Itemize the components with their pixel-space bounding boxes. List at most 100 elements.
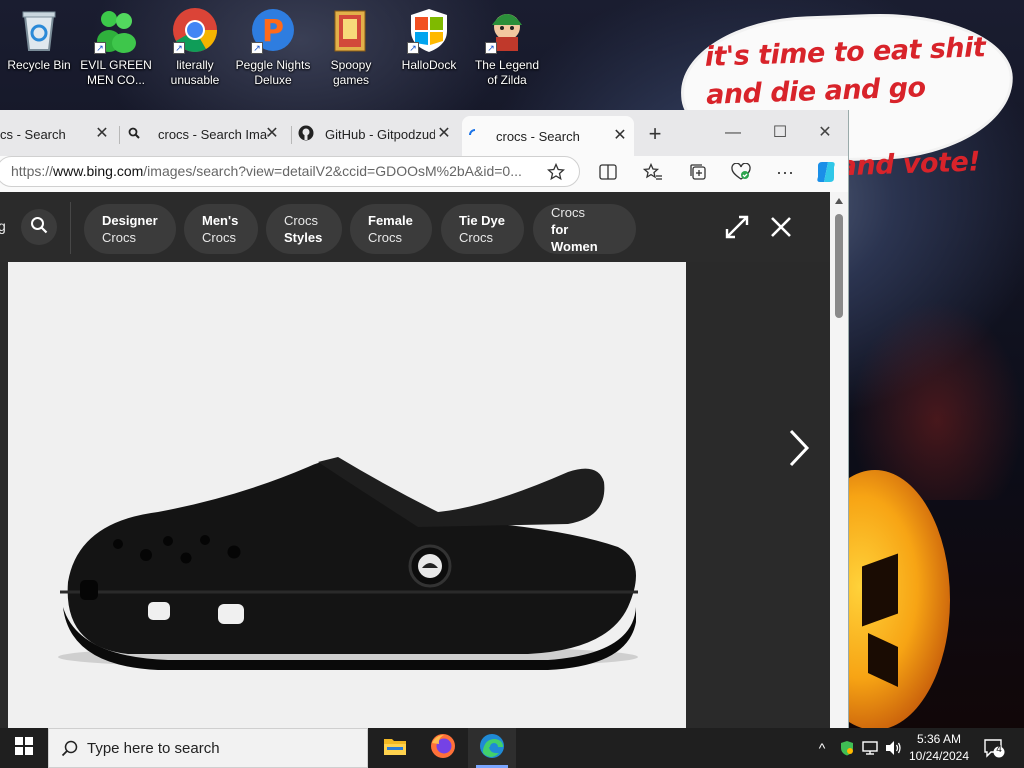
favorite-star-icon[interactable] — [541, 158, 571, 186]
chip-line-1: Female — [368, 213, 413, 228]
edge-icon — [479, 733, 505, 764]
desktop-icon-label: HalloDock — [401, 58, 457, 72]
taskbar-clock[interactable]: 5:36 AM 10/24/2024 — [908, 731, 970, 765]
tab-close-icon[interactable]: ✕ — [610, 126, 630, 146]
more-options-icon[interactable]: ··· — [770, 158, 800, 186]
chip-crocs-styles[interactable]: Crocs Styles — [266, 204, 342, 254]
maximize-button[interactable]: ☐ — [757, 120, 803, 146]
desktop-icon-literally-unusable[interactable]: ↗ literally unusable — [157, 6, 233, 96]
shortcut-arrow-icon: ↗ — [485, 42, 497, 54]
chip-tie-dye-crocs[interactable]: Tie Dye Crocs — [441, 204, 524, 254]
scroll-up-arrow-icon[interactable] — [835, 198, 843, 204]
chip-designer-crocs[interactable]: Designer Crocs — [84, 204, 176, 254]
shortcut-arrow-icon: ↗ — [173, 42, 185, 54]
desktop-icon-evil-green-men[interactable]: ↗ EVIL GREEN MEN CO... — [78, 6, 154, 96]
desktop-icon-label: literally unusable — [170, 58, 220, 87]
chip-line-2: Crocs — [368, 230, 402, 245]
address-bar-row: https://www.bing.com/images/search?view=… — [0, 156, 848, 192]
security-tray-icon[interactable] — [838, 738, 856, 758]
chip-line-1: Men's — [202, 213, 239, 228]
tab-crocs-search-active[interactable]: crocs - Search ✕ — [462, 116, 634, 156]
browser-essentials-icon[interactable] — [726, 158, 756, 186]
tab-title: crocs - Search — [496, 128, 580, 144]
taskbar-firefox[interactable] — [419, 728, 467, 768]
new-tab-button[interactable]: + — [642, 122, 668, 148]
notification-center-icon[interactable]: 4 — [982, 738, 1006, 758]
black-croc-clog — [58, 457, 638, 670]
evil-green-men-icon: ↗ — [92, 6, 140, 54]
close-viewer-icon[interactable] — [768, 214, 796, 242]
taskbar-edge[interactable] — [468, 728, 516, 768]
edge-browser-window: cs - Search ✕ crocs - Search Images ✕ Gi… — [0, 110, 849, 730]
desktop-icon-label: The Legend of Zilda — [474, 58, 540, 87]
chip-line-1: Crocs — [284, 213, 318, 228]
taskbar-search-box[interactable]: Type here to search — [48, 728, 368, 768]
desktop-icon-hallodock[interactable]: ↗ HalloDock — [391, 6, 467, 96]
network-icon[interactable] — [862, 738, 880, 758]
expand-icon[interactable] — [724, 214, 752, 242]
chip-line-2: Styles — [284, 230, 323, 245]
desktop-icon-label: Recycle Bin — [7, 58, 71, 72]
tab-title: crocs - Search Images — [158, 126, 268, 142]
desktop-icon-legend-of-zilda[interactable]: ↗ The Legend of Zilda — [469, 6, 545, 96]
shortcut-arrow-icon: ↗ — [94, 42, 106, 54]
shortcut-arrow-icon: ↗ — [407, 42, 419, 54]
chip-line-1: Designer — [102, 213, 158, 228]
clock-time: 5:36 AM — [916, 732, 962, 746]
chip-mens-crocs[interactable]: Men's Crocs — [184, 204, 258, 254]
taskbar-file-explorer[interactable] — [371, 728, 419, 768]
recycle-bin-icon — [15, 6, 63, 54]
tab-title: GitHub - Gitpodzud... — [325, 126, 435, 142]
divider — [70, 202, 71, 254]
tab-strip: cs - Search ✕ crocs - Search Images ✕ Gi… — [0, 110, 848, 156]
chip-line-2: Crocs — [102, 230, 136, 245]
minimize-button[interactable]: — — [710, 120, 756, 146]
firefox-icon — [430, 733, 456, 764]
desktop-icon-label: Spoopy games — [330, 58, 372, 87]
search-icon — [128, 127, 144, 142]
chrome-icon: ↗ — [171, 6, 219, 54]
volume-icon[interactable] — [884, 738, 902, 758]
chip-line-2: Crocs — [459, 230, 493, 245]
tab-crocs-images[interactable]: crocs - Search Images ✕ — [122, 120, 286, 148]
next-image-arrow-icon[interactable] — [786, 428, 814, 468]
desktop-icon-spoopy-games[interactable]: Spoopy games — [313, 6, 389, 96]
desktop-icon-peggle[interactable]: P ↗ Peggle Nights Deluxe — [235, 6, 311, 96]
tab-close-icon[interactable]: ✕ — [262, 124, 282, 144]
peggle-icon: P ↗ — [249, 6, 297, 54]
zelda-game-icon: ↗ — [483, 6, 531, 54]
desktop-icon-recycle-bin[interactable]: Recycle Bin — [1, 6, 77, 96]
tab-separator — [291, 126, 292, 144]
tab-separator — [119, 126, 120, 144]
scrollbar-thumb[interactable] — [835, 214, 843, 318]
loading-spinner-icon — [468, 128, 484, 145]
windows-shield-icon: ↗ — [405, 6, 453, 54]
windows-logo-icon — [15, 736, 33, 760]
search-icon — [61, 739, 79, 757]
show-hidden-icons-chevron-icon[interactable]: ^ — [814, 738, 830, 758]
chip-female-crocs[interactable]: Female Crocs — [350, 204, 432, 254]
close-window-button[interactable]: ✕ — [802, 120, 848, 146]
address-bar[interactable]: https://www.bing.com/images/search?view=… — [0, 156, 580, 187]
folder-icon — [327, 6, 375, 54]
start-button[interactable] — [0, 728, 48, 768]
tab-cs-search[interactable]: cs - Search ✕ — [0, 120, 116, 148]
tab-github[interactable]: GitHub - Gitpodzud... ✕ — [296, 120, 458, 148]
search-icon — [30, 216, 48, 239]
github-icon — [298, 125, 316, 144]
taskbar-search-placeholder: Type here to search — [87, 739, 220, 757]
vertical-scrollbar[interactable] — [830, 192, 848, 730]
copilot-icon[interactable] — [811, 158, 841, 186]
crocs-product-image[interactable] — [8, 262, 686, 730]
split-screen-icon[interactable] — [593, 158, 623, 186]
related-searches-bar: g Designer Crocs Men's Crocs Crocs Style… — [0, 192, 830, 262]
taskbar: Type here to search ^ 5:36 AM 10/24/2024… — [0, 728, 1024, 768]
collections-icon[interactable] — [683, 158, 713, 186]
url-host: www.bing.com — [53, 163, 144, 179]
favorites-icon[interactable] — [638, 158, 668, 186]
chip-crocs-for-women[interactable]: Crocs for Women — [533, 204, 636, 254]
desktop-icon-label: Peggle Nights Deluxe — [235, 58, 311, 87]
viewer-search-button[interactable] — [21, 209, 57, 245]
tab-close-icon[interactable]: ✕ — [92, 124, 112, 144]
tab-close-icon[interactable]: ✕ — [434, 124, 454, 144]
